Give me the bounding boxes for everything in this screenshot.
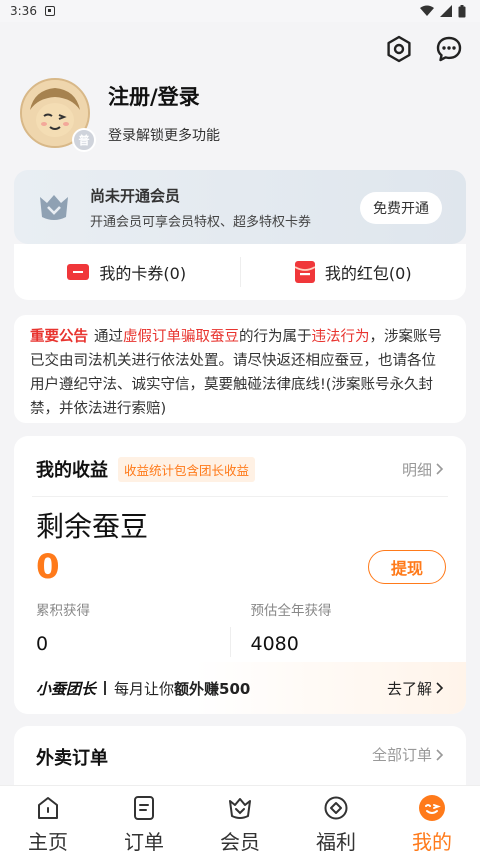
all-orders-link[interactable]: 全部订单	[372, 744, 444, 765]
signal-icon	[440, 5, 452, 17]
my-red-packets-button[interactable]: 我的红包(0)	[241, 260, 467, 284]
welfare-icon	[322, 794, 350, 822]
team-leader-banner[interactable]: 小蚕团长 每月让你额外赚500 去了解	[14, 662, 466, 714]
my-coupons-button[interactable]: 我的卡券(0)	[14, 260, 240, 284]
home-icon	[34, 794, 62, 822]
tab-home-label: 主页	[28, 830, 68, 854]
open-vip-button[interactable]: 免费开通	[360, 192, 442, 224]
notice-highlight-1: 虚假订单骗取蚕豆	[123, 329, 239, 345]
vip-title: 尚未开通会员	[90, 186, 181, 205]
orders-title: 外卖订单	[36, 748, 108, 769]
notice-highlight-2: 违法行为	[311, 329, 370, 345]
learn-more-label: 去了解	[386, 679, 432, 698]
notice-text-2: 的行为属于	[239, 329, 312, 345]
login-subtitle: 登录解锁更多功能	[108, 128, 220, 144]
profile-header[interactable]: 普 注册/登录 登录解锁更多功能	[20, 78, 220, 152]
team-leader-brand: 小蚕团长	[36, 679, 97, 698]
chevron-right-icon	[436, 682, 444, 694]
me-icon	[418, 794, 446, 822]
income-details-link[interactable]: 明细	[402, 459, 444, 480]
wifi-icon	[420, 5, 434, 16]
login-title[interactable]: 注册/登录	[108, 81, 220, 111]
tab-home[interactable]: 主页	[0, 786, 96, 857]
settings-icon[interactable]	[384, 34, 414, 64]
coupon-row: 我的卡券(0) 我的红包(0)	[14, 244, 466, 300]
tab-me[interactable]: 我的	[384, 786, 480, 857]
income-title: 我的收益	[36, 460, 108, 481]
leader-text-bold: 额外赚500	[174, 679, 251, 698]
avatar[interactable]: 普	[20, 78, 96, 152]
notification-icon	[44, 6, 55, 16]
chevron-right-icon	[436, 463, 444, 475]
tab-orders[interactable]: 订单	[96, 786, 192, 857]
leader-text-prefix: 每月让你	[114, 679, 175, 698]
income-details-label: 明细	[401, 460, 432, 479]
important-notice: 重要公告 通过虚假订单骗取蚕豆的行为属于违法行为，涉案账号已交由司法机关进行依法处…	[14, 315, 466, 423]
team-leader-text: 每月让你额外赚500	[114, 678, 250, 699]
notice-title: 重要公告	[30, 329, 88, 345]
message-icon[interactable]	[434, 34, 464, 64]
member-level-badge: 普	[72, 128, 96, 152]
accumulated-value: 0	[36, 633, 49, 655]
membership-icon	[226, 794, 254, 822]
my-red-packets-label: 我的红包(0)	[324, 264, 412, 283]
vip-card[interactable]: 尚未开通会员 开通会员可享会员特权、超多特权卡券 免费开通	[14, 170, 466, 244]
bean-balance: 0	[36, 547, 60, 587]
accumulated-label: 累积获得	[36, 603, 90, 619]
tab-me-label: 我的	[412, 830, 452, 854]
coupon-icon	[67, 264, 90, 280]
tab-welfare[interactable]: 福利	[288, 786, 384, 857]
income-card: 我的收益 收益统计包含团长收益 明细 剩余蚕豆 0 提现 累积获得 0 预估全年…	[14, 436, 466, 714]
my-coupons-label: 我的卡券(0)	[99, 264, 187, 283]
tab-membership-label: 会员	[220, 830, 260, 854]
bean-label: 剩余蚕豆	[36, 510, 149, 543]
status-time: 3:36	[10, 4, 37, 18]
annual-estimate-value: 4080	[250, 633, 299, 655]
status-bar: 3:36	[0, 0, 480, 22]
battery-icon	[458, 4, 466, 17]
income-tag: 收益统计包含团长收益	[118, 456, 256, 482]
learn-more-link[interactable]: 去了解	[387, 678, 444, 699]
vip-crown-icon	[36, 189, 72, 225]
notice-text-1: 通过	[94, 329, 123, 345]
all-orders-label: 全部订单	[371, 746, 432, 764]
vip-subtitle: 开通会员可享会员特权、超多特权卡券	[90, 214, 312, 230]
tab-welfare-label: 福利	[316, 830, 356, 854]
withdraw-button[interactable]: 提现	[368, 550, 446, 584]
tab-membership[interactable]: 会员	[192, 786, 288, 857]
orders-icon	[130, 794, 158, 822]
red-packet-icon	[294, 261, 315, 283]
chevron-right-icon	[436, 748, 444, 761]
tab-orders-label: 订单	[124, 830, 164, 854]
bottom-tab-bar: 主页 订单 会员 福利 我的	[0, 785, 480, 857]
annual-estimate-label: 预估全年获得	[250, 603, 332, 619]
